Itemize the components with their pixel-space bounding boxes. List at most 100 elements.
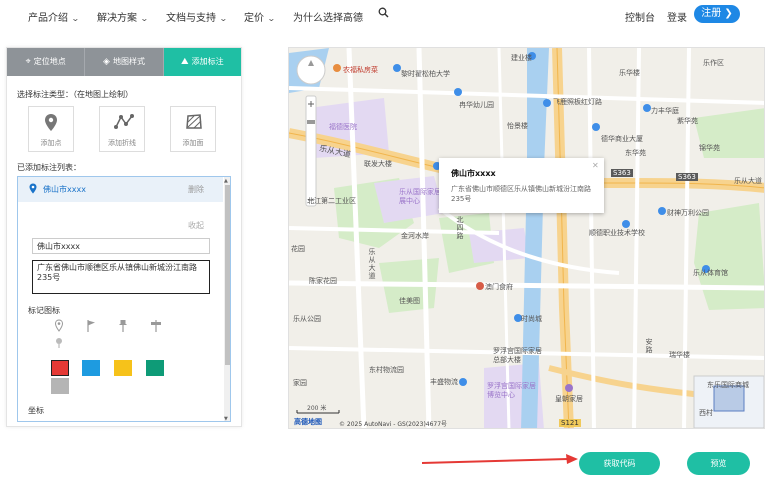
map-label: 皇朝家居 [555,395,583,403]
green-color-swatch[interactable] [146,360,164,376]
chevron-down-icon: ⌄ [70,14,80,23]
coordinate-label: 坐标 [28,406,44,415]
map-label: 农福私房菜 [343,66,378,74]
annotation-panel: ⌖ 定位地点 ◈ 地图样式 ⛰ 添加标注 选择标注类型：（在地图上绘制） 添加点 添加… [6,47,242,427]
map-label: 北四路 [456,216,464,240]
popup-close-icon[interactable]: ✕ [592,161,599,170]
chevron-down-icon: ⌄ [218,14,228,23]
map-label: 乐作区 [703,59,724,67]
location-marker-icon[interactable] [54,337,64,349]
map-label: 乐从大道 [734,177,762,185]
add-point-button[interactable]: 添加点 [28,106,74,152]
map-label: 建业楼 [511,54,532,62]
map-pin-icon [45,114,57,131]
map-label: 佳美图 [399,297,420,305]
delete-marker-button[interactable]: 删除 [188,184,204,195]
map-scale: 200 米 [307,405,327,412]
map-label: 罗浮宫国际家居博览中心 [487,382,536,399]
marker-address-textarea[interactable]: 广东省佛山市顺德区乐从镇佛山新城汾江南路235号 [32,260,210,294]
list-scrollbar[interactable]: ▲ ▼ [224,177,230,421]
scroll-up-icon[interactable]: ▲ [224,178,228,184]
map-label: 顺德职业技术学校 [589,229,645,237]
polyline-icon [114,114,134,129]
preview-button[interactable]: 预览 [687,452,750,475]
map-label: 黎时翟松柏大学 [401,70,450,78]
marker-item-name: 佛山市xxxx [43,185,86,194]
select-type-label: 选择标注类型：（在地图上绘制） [17,90,133,99]
tab-bar: ⌖ 定位地点 ◈ 地图样式 ⛰ 添加标注 [7,48,241,76]
popup-title: 佛山市xxxx [451,169,496,178]
register-button[interactable]: 注册 ❯ [694,5,740,23]
map-label: 北江第二工业区 [307,197,356,205]
popup-address: 广东省佛山市顺德区乐从镇佛山新城汾江南路235号 [451,185,591,203]
map-label: 丰盛物流 [430,378,458,386]
red-color-swatch[interactable] [51,360,69,376]
map-label: 福德医院 [329,123,357,131]
map-copyright: © 2025 AutoNavi - GS(2023)4677号 [339,421,448,428]
nav-products[interactable]: 产品介绍 ⌄ [28,9,80,24]
chevron-down-icon: ⌄ [139,14,149,23]
polygon-icon [186,114,202,129]
map-label: 怡景楼 [507,122,528,130]
map-label: 乐从大道 [368,248,376,280]
map-label: 飞鹿照板红灯路 [553,98,602,106]
map-label: 东华苑 [625,149,646,157]
map-label: 财神万利公园 [667,209,709,217]
tab-add-marker[interactable]: ⛰ 添加标注 [163,48,241,76]
map-label: 乐华楼 [619,69,640,77]
map-label: 锦华苑 [699,144,720,152]
map-label: 西村 [699,409,713,417]
map-label: 乐从体育馆 [693,269,728,277]
nav-docs[interactable]: 文档与支持 ⌄ [166,9,228,24]
map-label: 家园 [293,379,307,387]
search-icon[interactable] [378,7,389,21]
marker-list: 佛山市xxxx 删除 收起 广东省佛山市顺德区乐从镇佛山新城汾江南路235号 标… [17,176,231,422]
blue-color-swatch[interactable] [82,360,100,376]
marker-item-header[interactable]: 佛山市xxxx 删除 [18,177,223,202]
top-nav: 产品介绍 ⌄ 解决方案 ⌄ 文档与支持 ⌄ 定价 ⌄ 为什么选择高德 控制台 登录 注册… [0,0,768,30]
map-info-popup: 佛山市xxxx 广东省佛山市顺德区乐从镇佛山新城汾江南路235号 ✕ [439,158,604,213]
map-label: 澳门食府 [485,283,513,291]
tab-locate[interactable]: ⌖ 定位地点 [7,48,86,76]
map-pin-icon [29,183,37,194]
collapse-button[interactable]: 收起 [188,220,204,231]
tab-map-style[interactable]: ◈ 地图样式 [85,48,164,76]
map-label: 乐从公园 [293,315,321,323]
map-canvas [289,48,764,428]
map-label: 德华商业大厦 [601,135,643,143]
red-arrow-icon [421,454,578,464]
map-label: 联发大楼 [364,160,392,168]
map-label: 东乐国际商城 [707,381,749,389]
map-label: 紫华苑 [677,117,698,125]
map-label: 时尚城 [521,315,542,323]
add-polygon-button[interactable]: 添加面 [170,106,216,152]
nav-why-amap[interactable]: 为什么选择高德 [293,9,363,24]
map-label: 金河水岸 [401,232,429,240]
add-polyline-button[interactable]: 添加折线 [99,106,145,152]
map-label: 罗浮宫国际家居总部大楼 [493,347,542,364]
nav-solutions[interactable]: 解决方案 ⌄ [97,9,149,24]
flag-marker-icon[interactable] [86,319,96,333]
road-sign: S121 [559,419,581,427]
map-label: 力丰华庭 [651,107,679,115]
chevron-down-icon: ⌄ [266,14,276,23]
map-label: 陈家花园 [309,277,337,285]
pin-marker-icon[interactable] [54,319,64,333]
yellow-color-swatch[interactable] [114,360,132,376]
icon-label: 标记图标 [28,306,60,315]
signpost-marker-icon[interactable] [150,319,162,333]
login-link[interactable]: 登录 [667,9,687,24]
console-link[interactable]: 控制台 [625,9,655,24]
crosshair-icon: ⌖ [25,57,31,67]
pushpin-marker-icon[interactable] [118,319,128,333]
scroll-down-icon[interactable]: ▼ [224,416,228,421]
layers-icon: ◈ [103,57,110,67]
marker-name-input[interactable] [32,238,210,254]
chevron-right-icon: ❯ [724,8,733,19]
scrollbar-thumb[interactable] [225,185,230,365]
map-view[interactable]: 农福私房菜 黎时翟松柏大学 建业楼 乐华楼 乐作区 冉华幼儿园 飞鹿照板红灯路 … [288,47,765,429]
nav-pricing[interactable]: 定价 ⌄ [244,9,276,24]
gray-color-swatch[interactable] [51,378,69,394]
map-label: 冉华幼儿园 [459,101,494,109]
get-code-button[interactable]: 获取代码 [579,452,660,475]
